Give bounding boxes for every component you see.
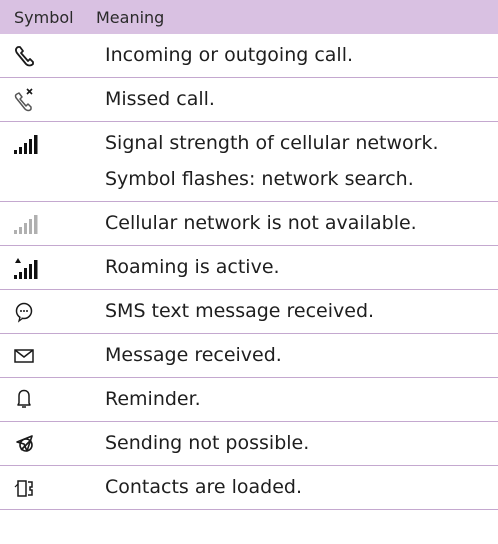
table-row: Reminder. (0, 378, 498, 422)
table-row: SMS text message received. (0, 290, 498, 334)
missed-call-icon (0, 78, 96, 122)
symbol-table: Symbol Meaning Incoming or outgoing call… (0, 0, 498, 510)
header-symbol: Symbol (14, 7, 74, 27)
sms-bubble-icon (0, 290, 96, 334)
table-header: Symbol Meaning (0, 0, 498, 34)
table-row: Sending not possible. (0, 422, 498, 466)
envelope-icon (0, 334, 96, 378)
table-row: Missed call. (0, 78, 498, 122)
meaning-text: Cellular network is not available. (105, 212, 417, 234)
meaning-text: Message received. (105, 344, 282, 366)
meaning-text: Sending not possible. (105, 432, 310, 454)
meaning-text: Incoming or outgoing call. (105, 44, 354, 66)
contacts-sim-icon (0, 466, 96, 510)
meaning-text: Signal strength of cellular network. (105, 132, 439, 154)
meaning-text-block: Signal strength of cellular network. Sym… (105, 122, 498, 201)
header-meaning: Meaning (96, 7, 165, 27)
phone-handset-icon (0, 34, 96, 78)
meaning-text: SMS text message received. (105, 300, 375, 322)
meaning-text: Roaming is active. (105, 256, 280, 278)
table-row: Incoming or outgoing call. (0, 34, 498, 78)
bell-icon (0, 378, 96, 422)
sending-blocked-icon (0, 422, 96, 466)
meaning-text-secondary: Symbol flashes: network search. (105, 168, 414, 190)
meaning-text: Reminder. (105, 388, 201, 410)
table-row: Signal strength of cellular network. Sym… (0, 122, 498, 202)
meaning-text: Contacts are loaded. (105, 476, 303, 498)
table-row: Contacts are loaded. (0, 466, 498, 510)
roaming-signal-icon (0, 246, 96, 290)
signal-unavailable-icon (0, 202, 96, 246)
table-row: Message received. (0, 334, 498, 378)
table-row: Roaming is active. (0, 246, 498, 290)
signal-strength-icon (0, 122, 96, 166)
table-row: Cellular network is not available. (0, 202, 498, 246)
meaning-text: Missed call. (105, 88, 215, 110)
